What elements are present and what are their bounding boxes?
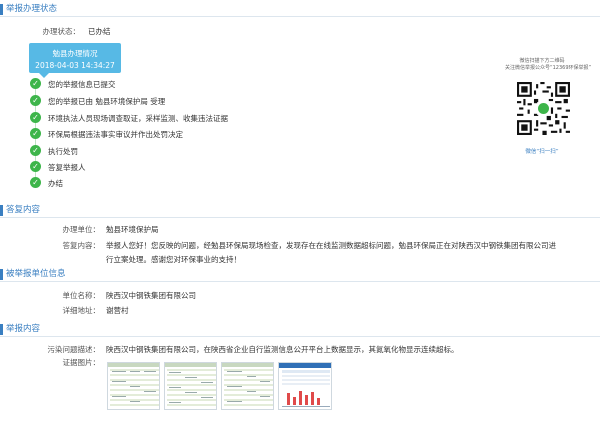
handling-badge: 勉县办理情况 2018-04-03 14:34:27 (29, 43, 121, 78)
reply-unit-value: 勉县环境保护局 (106, 225, 159, 234)
reply-content-value-2: 行立案处理。感谢您对环保事业的支持！ (106, 255, 241, 264)
qr-panel: 微信扫描下方二维码 关注微信举报公众号“12369环保举报” 微信“扫一扫” (505, 58, 592, 155)
evidence-image[interactable] (164, 362, 217, 410)
reply-content-label: 答复内容： (62, 241, 101, 250)
check-icon: ✓ (30, 78, 41, 89)
step-text: 您的举报信息已提交 (48, 80, 116, 89)
section-title-report: 举报内容 (0, 323, 600, 337)
step-text: 环境执法人员现场调查取证，采样监测、收集违法证据 (48, 114, 228, 123)
evidence-label: 证据图片： (62, 358, 101, 367)
badge-title: 勉县办理情况 (52, 49, 98, 58)
qr-scan-text: 微信“扫一扫” (525, 149, 559, 155)
step-text: 答复举报人 (48, 163, 86, 172)
spreadsheet-thumbnail-icon (165, 363, 216, 409)
qr-code-icon (517, 82, 570, 135)
reported-name-value: 陕西汉中钢铁集团有限公司 (106, 291, 196, 300)
spreadsheet-thumbnail-icon (222, 363, 273, 409)
section-title-reply: 答复内容 (0, 204, 600, 218)
check-icon: ✓ (30, 112, 41, 123)
reported-address-label: 详细地址： (62, 306, 101, 315)
badge-time: 2018-04-03 14:34:27 (35, 61, 115, 70)
status-value: 已办结 (88, 27, 111, 36)
check-icon: ✓ (30, 128, 41, 139)
check-icon: ✓ (30, 177, 41, 188)
section-title-status: 举报办理状态 (0, 3, 600, 17)
step-text: 办结 (48, 179, 63, 188)
evidence-image[interactable] (278, 362, 332, 410)
qr-note: 微信扫描下方二维码 (519, 58, 565, 64)
step-text: 您的举报已由 勉县环境保护局 受理 (48, 97, 166, 106)
evidence-image[interactable] (221, 362, 274, 410)
check-icon: ✓ (30, 161, 41, 172)
reported-name-label: 单位名称： (62, 291, 101, 300)
reply-content-value: 举报人您好！您反映的问题，经勉县环保局现场检查，发现存在在线监测数据超标问题，勉… (106, 241, 556, 250)
step-text: 执行处罚 (48, 147, 78, 156)
reply-unit-label: 办理单位： (62, 225, 101, 234)
section-title-reported-unit: 被举报单位信息 (0, 268, 600, 282)
status-label: 办理状态： (42, 27, 81, 36)
qr-note-2: 关注微信举报公众号“12369环保举报” (505, 65, 592, 71)
report-desc-label: 污染问题描述： (47, 345, 101, 354)
step-text: 环保局根据违法事实审议并作出处罚决定 (48, 130, 183, 139)
report-desc-value: 陕西汉中钢铁集团有限公司，在陕西省企业自行监测信息公开平台上数据显示，其氮氧化物… (106, 345, 459, 354)
web-page-thumbnail-icon (279, 363, 331, 409)
check-icon: ✓ (30, 145, 41, 156)
evidence-image[interactable] (107, 362, 160, 410)
check-icon: ✓ (30, 95, 41, 106)
spreadsheet-thumbnail-icon (108, 363, 159, 409)
reported-address-value: 谢营村 (106, 306, 129, 315)
